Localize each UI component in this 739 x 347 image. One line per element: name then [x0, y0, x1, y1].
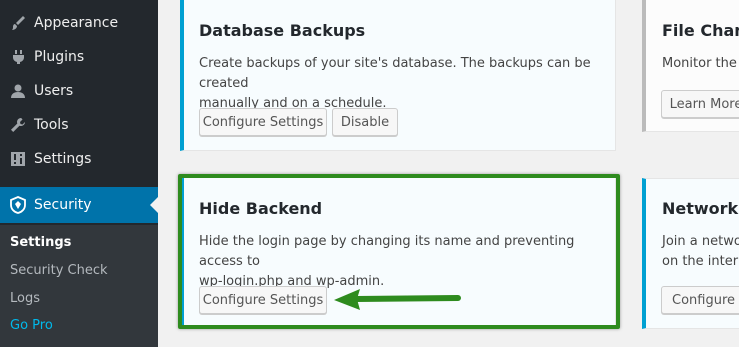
menu-label: Plugins	[34, 49, 85, 65]
menu-label: Settings	[34, 151, 92, 167]
menu-item-users[interactable]: Users	[0, 74, 158, 108]
submenu-security-check[interactable]: Security Check	[10, 263, 108, 278]
menu-label: Security	[34, 197, 92, 213]
card-description: Join a networ on the intern	[662, 232, 739, 272]
plug-icon	[8, 47, 28, 67]
card-title: File Change	[662, 21, 739, 40]
card-description: Create backups of your site's database. …	[199, 54, 615, 114]
card-description: Monitor the s	[662, 56, 739, 71]
menu-label: Users	[34, 83, 74, 99]
card-description-line: Create backups of your site's database. …	[199, 56, 591, 91]
user-icon	[8, 81, 28, 101]
menu-item-settings[interactable]: Settings	[0, 142, 158, 176]
wrench-icon	[8, 115, 28, 135]
submenu-go-pro[interactable]: Go Pro	[10, 318, 53, 333]
card-file-change: File Change Monitor the s Learn More	[642, 0, 739, 132]
card-database-backups: Database Backups Create backups of your …	[180, 0, 616, 151]
paintbrush-icon	[8, 13, 28, 33]
disable-button[interactable]: Disable	[332, 108, 398, 136]
menu-item-security[interactable]: Security	[0, 187, 158, 223]
sliders-icon	[8, 149, 28, 169]
menu-item-plugins[interactable]: Plugins	[0, 40, 158, 74]
card-title: Database Backups	[199, 21, 366, 40]
card-description-line: Join a networ	[662, 234, 739, 249]
admin-sidebar: Appearance Plugins Users Tools Settings …	[0, 0, 158, 347]
card-title: Network B	[662, 199, 739, 218]
menu-label: Appearance	[34, 15, 119, 31]
learn-more-button[interactable]: Learn More	[661, 90, 739, 118]
configure-settings-button[interactable]: Configure Settings	[199, 108, 327, 136]
active-menu-arrow	[150, 197, 158, 213]
card-network-brute-force: Network B Join a networ on the intern Co…	[642, 178, 739, 329]
menu-label: Tools	[34, 117, 69, 133]
security-submenu: Settings Security Check Logs Go Pro	[0, 225, 158, 347]
card-description-line: on the intern	[662, 254, 739, 269]
configure-settings-button[interactable]: Configure S	[661, 286, 739, 314]
pointer-arrow-icon	[334, 289, 461, 310]
menu-item-appearance[interactable]: Appearance	[0, 6, 158, 40]
submenu-settings[interactable]: Settings	[10, 235, 71, 250]
submenu-logs[interactable]: Logs	[10, 291, 40, 306]
shield-icon	[8, 195, 28, 215]
menu-item-tools[interactable]: Tools	[0, 108, 158, 142]
